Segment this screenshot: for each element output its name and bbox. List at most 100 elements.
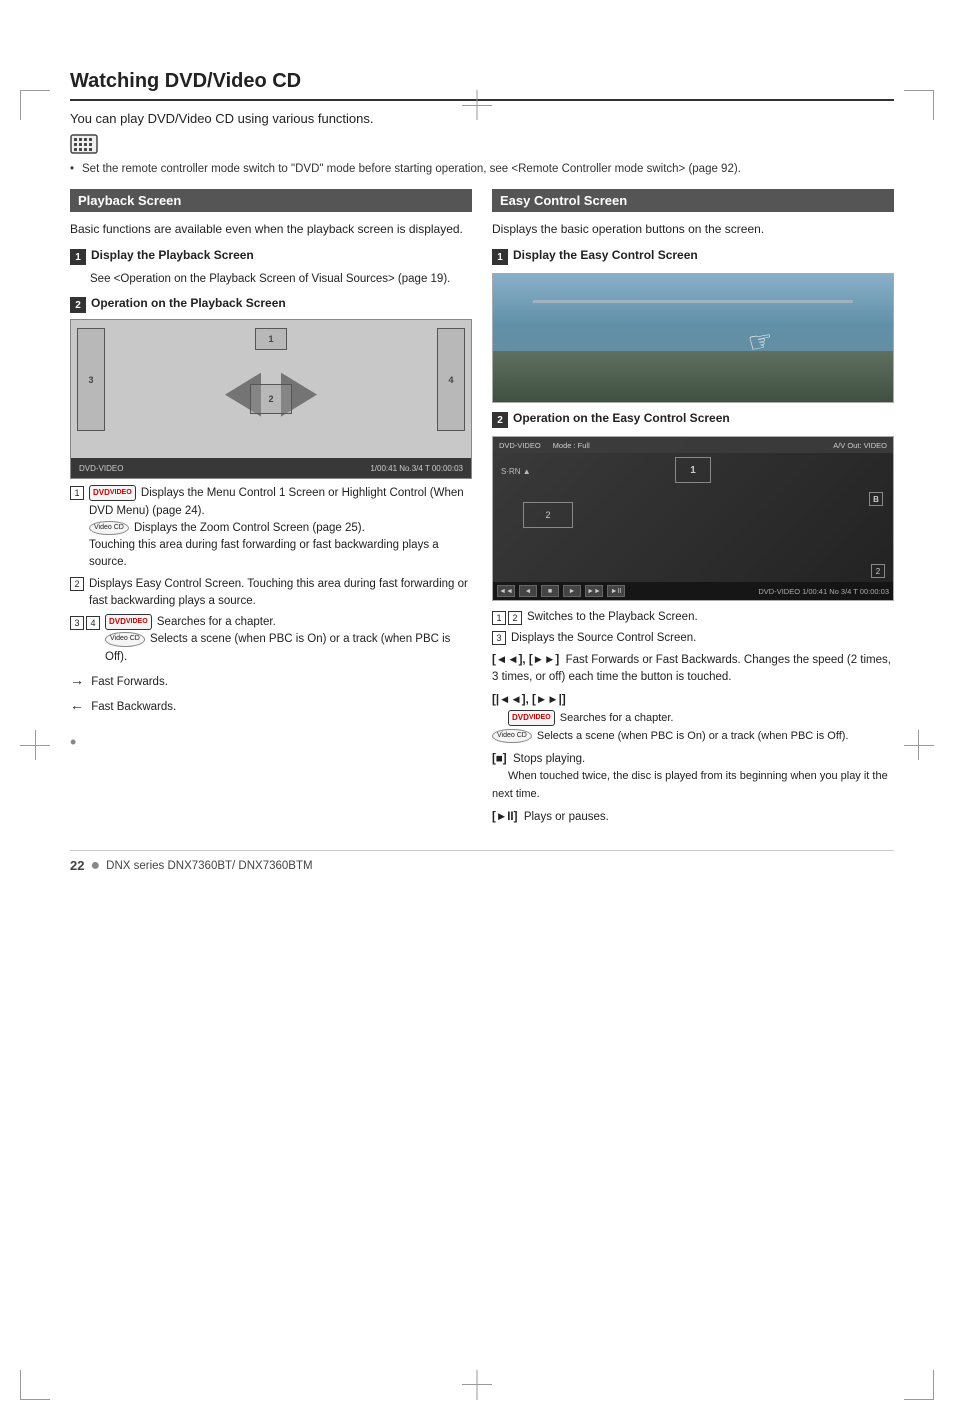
playback-time: DVD-VIDEO 1/00:41 No 3/4 T 00:00:03 <box>758 587 889 596</box>
easy-op-region-2: 2 <box>523 502 573 528</box>
step2-num: 2 <box>70 297 86 313</box>
screen-region-1: 1 <box>255 328 287 350</box>
easy-control-intro: Displays the basic operation buttons on … <box>492 220 894 238</box>
step2-item: 2 Operation on the Playback Screen <box>70 296 472 313</box>
main-content: Playback Screen Basic functions are avai… <box>70 189 894 830</box>
right-desc-list: 1 2 Switches to the Playback Screen. 3 D… <box>492 609 894 827</box>
note-text: Set the remote controller mode switch to… <box>70 163 894 175</box>
corner-mark-tl <box>20 90 50 120</box>
screen-region-2: 2 <box>250 384 292 414</box>
easy-step1-item: 1 Display the Easy Control Screen <box>492 248 894 265</box>
easy-op-region-3: B <box>869 492 883 506</box>
btn-skip-back[interactable]: ◄◄ <box>497 585 515 597</box>
btn-prev[interactable]: ◄ <box>519 585 537 597</box>
screen-region-4: 4 <box>437 328 465 431</box>
easy-step2-num: 2 <box>492 412 508 428</box>
brand-dvd-skip: DVDVIDEO <box>508 710 555 726</box>
right-desc-ff-fr: [◄◄], [►►] Fast Forwards or Fast Backwar… <box>492 652 894 688</box>
arrow-bwd-icon: ← <box>70 697 84 713</box>
bracket-term-skip: [|◄◄], [►►|] <box>492 694 566 706</box>
hand-cursor-icon: ☞ <box>745 323 775 360</box>
desc-item-34: 3 4 DVDVIDEO Searches for a chapter. Vid… <box>70 614 472 666</box>
corner-mark-br <box>904 1370 934 1400</box>
btn-skip-fwd[interactable]: ►► <box>585 585 603 597</box>
topbar-dvd: DVD-VIDEO <box>499 441 541 450</box>
easy-screen-bg: ☞ <box>493 274 893 402</box>
easy-op-screen-image: DVD-VIDEO Mode : Full A/V Out: VIDEO 1 S… <box>492 436 894 601</box>
right-num-3: 3 <box>492 631 506 645</box>
footer-device-text: DNX series DNX7360BT/ DNX7360BTM <box>106 860 312 872</box>
right-desc-play: [►II] Plays or pauses. <box>492 809 894 827</box>
easy-control-header: Easy Control Screen <box>492 189 894 212</box>
fast-forwards-item: → Fast Forwards. <box>70 670 472 692</box>
brand-dvd-1: DVDVIDEO <box>89 485 136 501</box>
easy-op-bottombar: ◄◄ ◄ ■ ► ►► ►II DVD-VIDEO 1/00:41 No 3/4… <box>493 582 893 600</box>
desc-num-1: 1 <box>70 486 84 500</box>
page-footer: 22 ● DNX series DNX7360BT/ DNX7360BTM <box>70 850 894 875</box>
desc-item-1: 1 DVDVIDEO Displays the Menu Control 1 S… <box>70 485 472 571</box>
easy-step2-label: Operation on the Easy Control Screen <box>513 411 730 425</box>
easy-op-label: S·RN ▲ <box>501 467 531 476</box>
intro-text: You can play DVD/Video CD using various … <box>70 111 894 126</box>
screen-bottom-bar: DVD-VIDEO 1/00:41 No.3/4 T 00:00:03 <box>71 458 471 478</box>
section-bullet: • <box>70 732 472 753</box>
crosshair-bot-v <box>477 1370 478 1400</box>
skip-dvd-desc: DVDVIDEO Searches for a chapter. Video C… <box>492 712 848 742</box>
remote-icon <box>70 134 894 157</box>
easy-step1-num: 1 <box>492 249 508 265</box>
easy-op-region-1: 1 <box>675 457 711 483</box>
scene-road-line <box>533 300 853 303</box>
scene-ground <box>493 351 893 402</box>
bracket-term-stop: [■] <box>492 753 507 765</box>
brand-videocd-34: Video CD <box>105 632 145 647</box>
playback-screen-header: Playback Screen <box>70 189 472 212</box>
right-desc-stop: [■] Stops playing. When touched twice, t… <box>492 751 894 804</box>
right-text-12: Switches to the Playback Screen. <box>527 609 698 626</box>
step2-label: Operation on the Playback Screen <box>91 296 286 310</box>
brand-videocd-skip: Video CD <box>492 729 532 744</box>
topbar-mode: Mode : Full <box>553 441 590 450</box>
fast-backwards-item: ← Fast Backwards. <box>70 695 472 717</box>
page-title: Watching DVD/Video CD <box>70 70 894 101</box>
footer-text: 22 ● DNX series DNX7360BT/ DNX7360BTM <box>70 857 894 875</box>
desc-num-2: 2 <box>70 577 84 591</box>
btn-next[interactable]: ► <box>563 585 581 597</box>
crosshair-mid-right-h <box>904 745 934 746</box>
easy-control-screen-image: ☞ <box>492 273 894 403</box>
right-desc-3: 3 Displays the Source Control Screen. <box>492 630 894 647</box>
playback-screen-image: 1 3 4 2 DVD-VIDEO 1/00:41 No.3/4 T <box>70 319 472 479</box>
fast-backwards-text: Fast Backwards. <box>91 701 176 713</box>
easy-step1-label: Display the Easy Control Screen <box>513 248 698 262</box>
left-column: Playback Screen Basic functions are avai… <box>70 189 472 830</box>
btn-play-pause[interactable]: ►II <box>607 585 625 597</box>
corner-mark-tr <box>904 90 934 120</box>
topbar-av: A/V Out: VIDEO <box>833 441 887 450</box>
stop-extra-desc: When touched twice, the disc is played f… <box>492 770 888 800</box>
right-desc-skip: [|◄◄], [►►|] DVDVIDEO Searches for a cha… <box>492 692 894 745</box>
right-desc-12: 1 2 Switches to the Playback Screen. <box>492 609 894 626</box>
step1-label: Display the Playback Screen <box>91 248 254 262</box>
crosshair-mid-right-v <box>918 730 919 760</box>
right-num-12: 1 2 <box>492 610 522 625</box>
easy-op-region-num: 2 <box>871 564 885 578</box>
brand-videocd-1: Video CD <box>89 521 129 536</box>
arrow-fwd-icon: → <box>70 672 84 688</box>
page-number: 22 <box>70 858 84 873</box>
easy-op-bg: DVD-VIDEO Mode : Full A/V Out: VIDEO 1 S… <box>493 437 893 600</box>
brand-dvd-34: DVDVIDEO <box>105 614 152 630</box>
easy-op-topbar: DVD-VIDEO Mode : Full A/V Out: VIDEO <box>493 437 893 453</box>
crosshair-mid-left-v <box>35 730 36 760</box>
playback-screen-intro: Basic functions are available even when … <box>70 220 472 238</box>
easy-step2-item: 2 Operation on the Easy Control Screen <box>492 411 894 428</box>
screen-region-3: 3 <box>77 328 105 431</box>
desc-text-34: DVDVIDEO Searches for a chapter. Video C… <box>105 614 472 666</box>
desc-text-2: Displays Easy Control Screen. Touching t… <box>89 576 472 611</box>
right-text-3: Displays the Source Control Screen. <box>511 630 696 647</box>
page-content: Watching DVD/Video CD You can play DVD/V… <box>70 70 894 875</box>
btn-stop[interactable]: ■ <box>541 585 559 597</box>
desc-item-2: 2 Displays Easy Control Screen. Touching… <box>70 576 472 611</box>
step1-item: 1 Display the Playback Screen <box>70 248 472 265</box>
bracket-term-ffr: [◄◄], [►►] <box>492 654 559 666</box>
step1-desc: See <Operation on the Playback Screen of… <box>70 271 472 288</box>
bracket-term-play: [►II] <box>492 811 517 823</box>
